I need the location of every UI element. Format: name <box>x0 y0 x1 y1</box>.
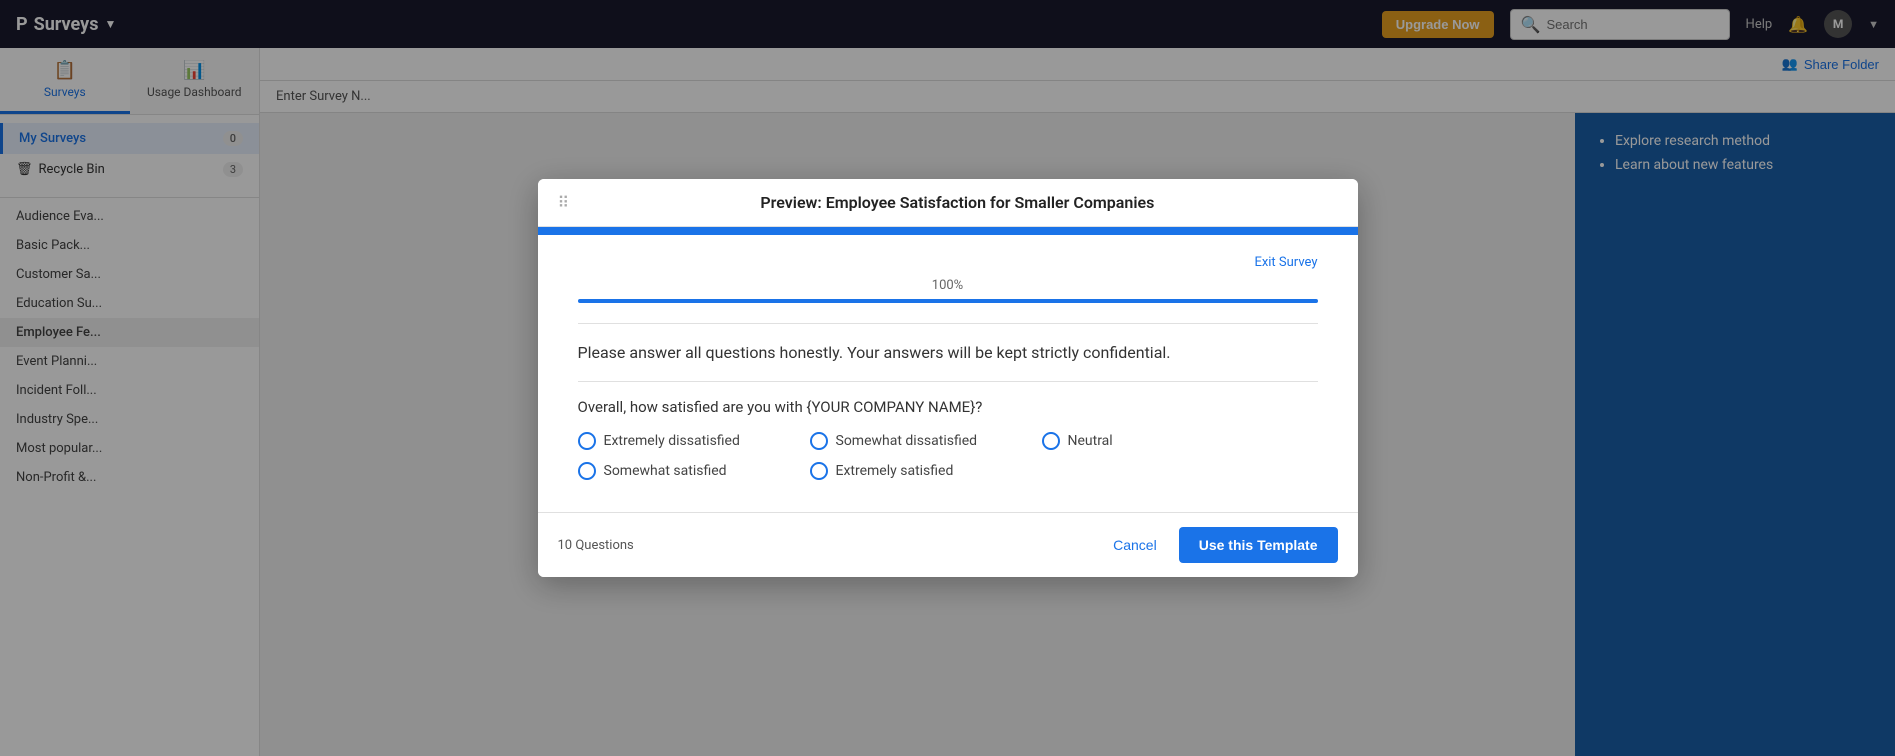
drag-handle-icon[interactable]: ⠿ <box>558 193 570 212</box>
radio-row-1: Extremely dissatisfied Somewhat dissatis… <box>578 432 1318 450</box>
radio-circle[interactable] <box>578 462 596 480</box>
radio-circle[interactable] <box>810 462 828 480</box>
radio-label: Extremely satisfied <box>836 463 954 479</box>
radio-option-extremely-dissatisfied[interactable]: Extremely dissatisfied <box>578 432 778 450</box>
survey-progress-fill <box>538 227 1358 235</box>
survey-intro-text: Please answer all questions honestly. Yo… <box>578 340 1318 366</box>
radio-option-neutral[interactable]: Neutral <box>1042 432 1242 450</box>
radio-label: Neutral <box>1068 433 1113 449</box>
progress-inner-bar <box>578 299 1318 303</box>
modal-scroll-area[interactable]: Exit Survey 100% Please answer all quest… <box>538 235 1358 513</box>
radio-label: Extremely dissatisfied <box>604 433 740 449</box>
radio-row-2: Somewhat satisfied Extremely satisfied <box>578 462 1318 480</box>
progress-section: 100% <box>578 278 1318 303</box>
question-1-text: Overall, how satisfied are you with {YOU… <box>578 398 1318 416</box>
progress-label: 100% <box>578 278 1318 293</box>
radio-circle[interactable] <box>578 432 596 450</box>
modal-header: ⠿ Preview: Employee Satisfaction for Sma… <box>538 179 1358 227</box>
radio-label: Somewhat dissatisfied <box>836 433 978 449</box>
modal-title: Preview: Employee Satisfaction for Small… <box>577 193 1337 212</box>
modal-overlay[interactable]: ⠿ Preview: Employee Satisfaction for Sma… <box>0 0 1895 756</box>
radio-option-extremely-satisfied[interactable]: Extremely satisfied <box>810 462 1010 480</box>
modal-body: Exit Survey 100% Please answer all quest… <box>538 227 1358 513</box>
exit-survey-link[interactable]: Exit Survey <box>578 255 1318 270</box>
survey-divider-1 <box>578 323 1318 324</box>
radio-circle[interactable] <box>1042 432 1060 450</box>
radio-circle[interactable] <box>810 432 828 450</box>
survey-content: Exit Survey 100% Please answer all quest… <box>538 235 1358 513</box>
use-template-button[interactable]: Use this Template <box>1179 527 1338 563</box>
survey-top-progress <box>538 227 1358 235</box>
footer-actions: Cancel Use this Template <box>1103 527 1337 563</box>
radio-option-somewhat-dissatisfied[interactable]: Somewhat dissatisfied <box>810 432 1010 450</box>
preview-modal: ⠿ Preview: Employee Satisfaction for Sma… <box>538 179 1358 578</box>
radio-label: Somewhat satisfied <box>604 463 727 479</box>
cancel-button[interactable]: Cancel <box>1103 531 1167 559</box>
radio-options-group: Extremely dissatisfied Somewhat dissatis… <box>578 432 1318 492</box>
survey-divider-2 <box>578 381 1318 382</box>
questions-count: 10 Questions <box>558 538 634 553</box>
modal-footer: 10 Questions Cancel Use this Template <box>538 512 1358 577</box>
radio-option-somewhat-satisfied[interactable]: Somewhat satisfied <box>578 462 778 480</box>
